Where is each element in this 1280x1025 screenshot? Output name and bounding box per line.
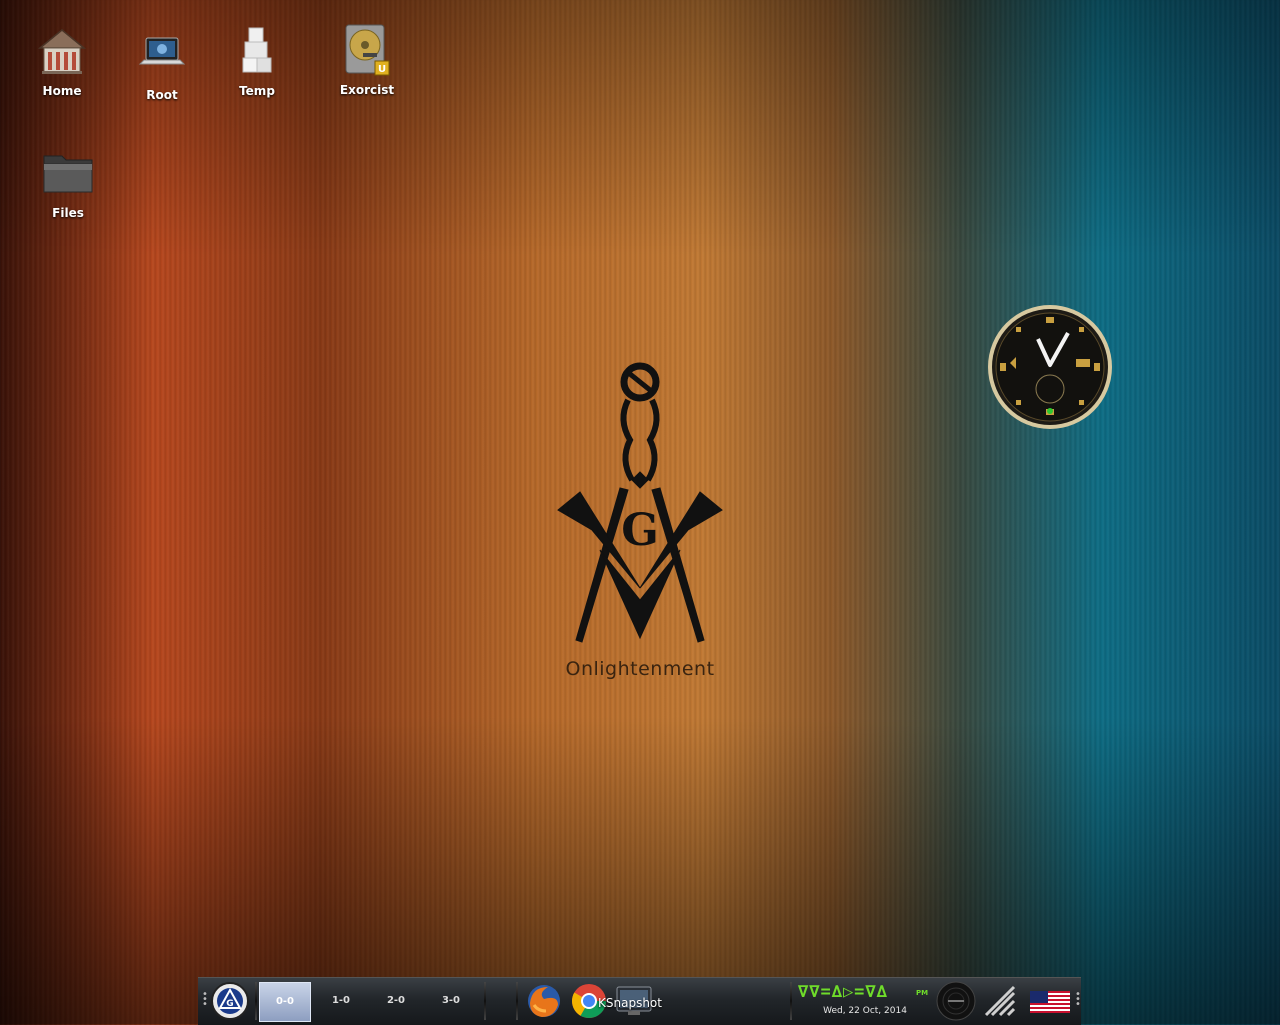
laptop-icon [134, 28, 190, 84]
svg-text:G: G [621, 505, 659, 556]
desktop-icon-label: Files [52, 206, 84, 220]
keyboard-layout[interactable] [1028, 981, 1072, 1021]
desktop-icon-temp[interactable]: Temp [212, 24, 302, 98]
hard-drive-icon: U [339, 23, 395, 79]
network-status[interactable] [980, 981, 1020, 1021]
desktop-icon-label: Exorcist [339, 83, 395, 97]
desktop-icon-label: Home [42, 84, 82, 98]
taskbar-task-label: KSnapshot [598, 996, 662, 1010]
taskbar-grip-left[interactable]: • • • [202, 990, 208, 1010]
taskbar-clock-date: Wed, 22 Oct, 2014 [823, 1006, 907, 1016]
masonic-logo-icon: G [211, 982, 249, 1020]
separator [790, 982, 792, 1020]
separator [484, 982, 486, 1020]
square-and-compasses-icon: G [557, 362, 723, 643]
taskbar-clock-ampm: PM [916, 989, 929, 997]
firefox-icon [528, 985, 560, 1017]
separator [516, 982, 518, 1020]
pager-desktop-2-0[interactable]: 2-0 [371, 982, 421, 1020]
folder-icon [40, 146, 96, 202]
desktop-icon-label: Temp [239, 84, 275, 98]
desktop-icon-home[interactable]: Home [17, 24, 107, 98]
taskbar-clock-time[interactable]: ∇∇=∆▷=∇∆ [798, 982, 888, 1002]
wallpaper-caption: Onlightenment [565, 658, 715, 680]
us-flag-icon [1030, 991, 1070, 1013]
analog-clock-icon [988, 305, 1112, 429]
start-menu-button[interactable]: G [210, 981, 250, 1021]
network-disconnected-icon [984, 985, 1016, 1017]
pager-desktop-1-0[interactable]: 1-0 [316, 982, 366, 1020]
separator [255, 982, 257, 1020]
pager-desktop-3-0[interactable]: 3-0 [426, 982, 476, 1020]
vinyl-widget[interactable] [936, 981, 976, 1021]
pager-desktop-0-0[interactable]: 0-0 [259, 982, 311, 1022]
desktop-icon-label: Root [146, 88, 178, 102]
svg-text:G: G [226, 999, 233, 1009]
taskbar-firefox[interactable] [524, 981, 564, 1021]
boxes-icon [229, 24, 285, 80]
house-icon [34, 24, 90, 80]
svg-text:U: U [378, 64, 386, 75]
vinyl-record-icon [936, 981, 976, 1021]
wallpaper-emblem: G Onlightenment [540, 360, 740, 690]
desktop-icon-exorcist[interactable]: U Exorcist [322, 23, 412, 97]
clock-gadget[interactable] [986, 303, 1114, 431]
desktop-icon-root[interactable]: Root [117, 28, 207, 102]
taskbar-grip-right[interactable]: • • • [1075, 990, 1081, 1010]
desktop-icon-files[interactable]: Files [23, 146, 113, 220]
